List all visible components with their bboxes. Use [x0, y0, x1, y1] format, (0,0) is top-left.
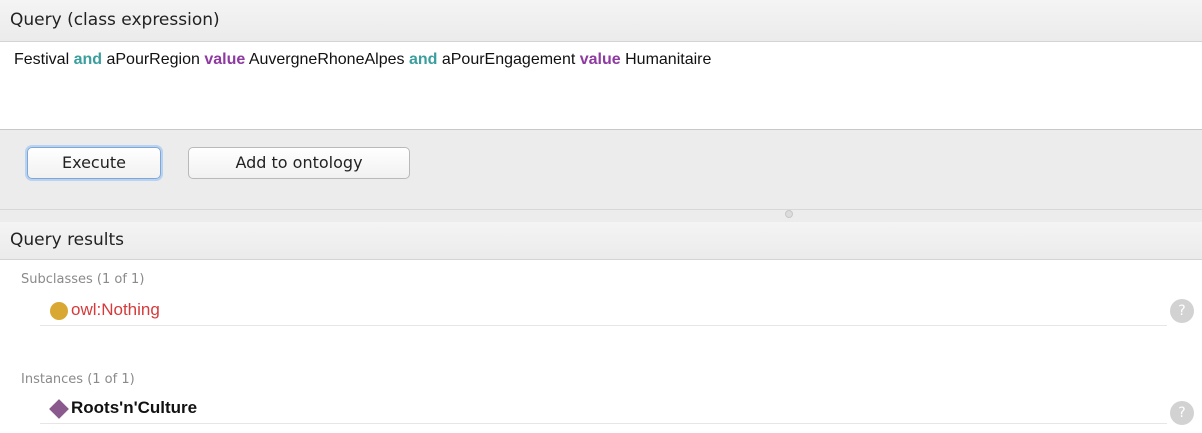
query-keyword-value: value: [579, 51, 621, 68]
result-row-instance[interactable]: Roots'n'Culture: [40, 394, 1167, 424]
query-keyword-value: value: [204, 51, 246, 68]
result-item-label: Roots'n'Culture: [71, 398, 198, 417]
splitter-handle[interactable]: [785, 210, 793, 218]
result-item-label: owl:Nothing: [71, 300, 160, 319]
execute-button[interactable]: Execute: [27, 147, 161, 179]
help-icon[interactable]: ?: [1170, 299, 1194, 323]
query-token: AuvergneRhoneAlpes: [248, 51, 405, 68]
individual-diamond-icon: [49, 399, 69, 419]
query-token: Festival: [14, 51, 70, 68]
query-keyword-and: and: [408, 51, 438, 68]
query-token: aPourEngagement: [441, 51, 576, 68]
query-token: Humanitaire: [625, 51, 712, 68]
help-icon[interactable]: ?: [1170, 401, 1194, 425]
query-button-bar: Execute Add to ontology: [0, 130, 1202, 210]
query-results-panel: Subclasses (1 of 1) owl:Nothing ? Instan…: [0, 260, 1202, 433]
result-row-subclass[interactable]: owl:Nothing: [40, 296, 1167, 326]
add-to-ontology-button[interactable]: Add to ontology: [188, 147, 410, 179]
query-header-label: Query (class expression): [10, 10, 220, 30]
instances-group-label: Instances (1 of 1): [21, 372, 135, 387]
query-token: aPourRegion: [106, 51, 200, 68]
subclasses-group-label: Subclasses (1 of 1): [21, 272, 145, 287]
class-expression-editor[interactable]: Festival and aPourRegion value AuvergneR…: [0, 42, 1202, 130]
class-circle-icon: [50, 302, 68, 320]
query-keyword-and: and: [73, 51, 103, 68]
query-section-header: Query (class expression): [0, 0, 1202, 42]
results-header-label: Query results: [10, 230, 125, 250]
results-section-header: Query results: [0, 222, 1202, 260]
